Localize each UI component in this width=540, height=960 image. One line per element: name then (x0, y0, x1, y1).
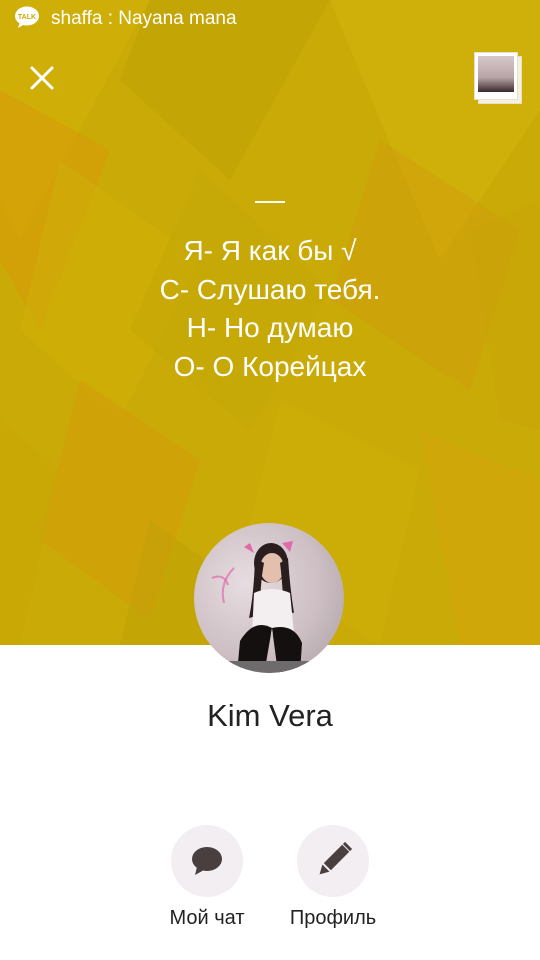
my-chat-label[interactable]: Мой чат (137, 907, 277, 930)
close-icon (30, 66, 54, 90)
status-bar: TALK shaffa : Nayana mana (0, 0, 540, 40)
kakao-talk-icon: TALK (15, 6, 39, 28)
photo-thumbnail (478, 56, 514, 92)
profile-photos-button[interactable] (474, 52, 522, 104)
my-chat-button[interactable] (171, 825, 243, 897)
close-button[interactable] (24, 60, 60, 96)
avatar[interactable] (194, 523, 344, 673)
notification-text[interactable]: shaffa : Nayana mana (51, 8, 237, 30)
profile-label[interactable]: Профиль (263, 907, 403, 930)
status-message: Я- Я как бы √ С- Слушаю тебя. Н- Но дума… (0, 232, 540, 386)
svg-text:TALK: TALK (18, 14, 36, 21)
status-divider (255, 201, 285, 203)
profile-name: Kim Vera (207, 698, 333, 733)
status-line: О- О Корейцах (173, 350, 367, 382)
pencil-icon (319, 841, 353, 875)
chat-bubble-icon (192, 847, 222, 875)
avatar-photo (211, 541, 324, 673)
status-line: С- Слушаю тебя. (159, 273, 381, 305)
status-line: Н- Но думаю (186, 312, 354, 343)
edit-profile-button[interactable] (297, 825, 369, 897)
status-line: Я- Я как бы √ (183, 235, 357, 266)
